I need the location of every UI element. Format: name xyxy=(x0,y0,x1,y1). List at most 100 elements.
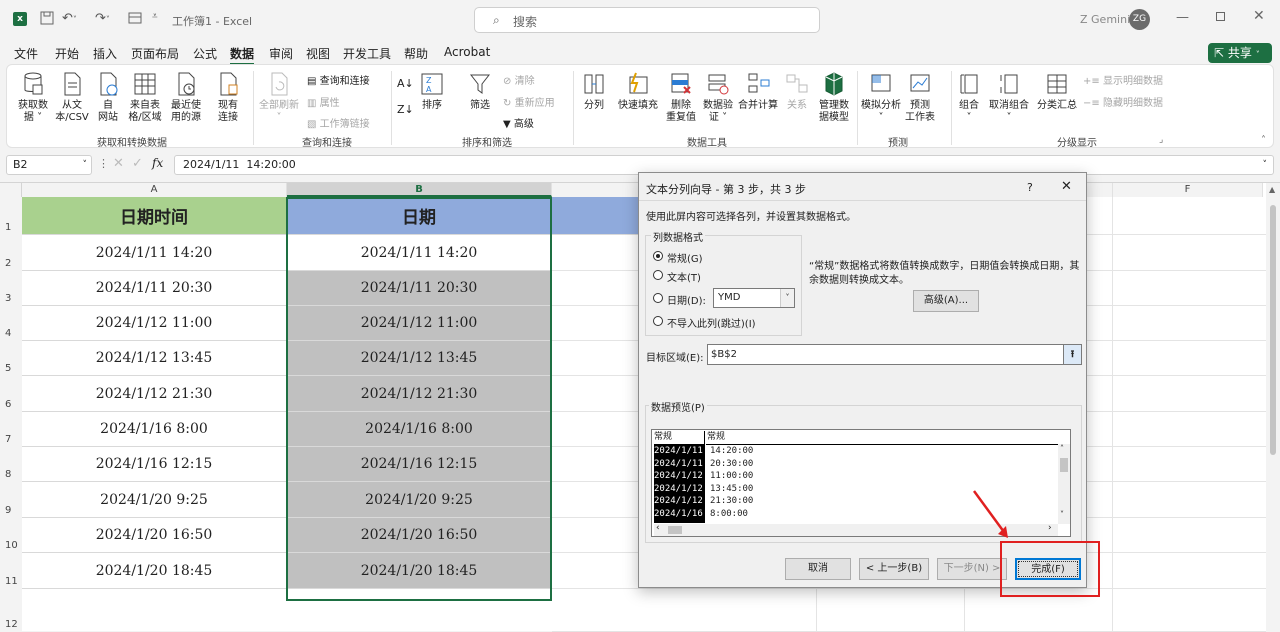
scroll-thumb[interactable] xyxy=(1060,458,1068,472)
undo-icon[interactable]: ↶˅ xyxy=(62,11,77,26)
close-icon[interactable]: ✕ xyxy=(1061,179,1072,194)
cell-a[interactable]: 2024/1/11 20:30 xyxy=(22,271,287,306)
cell-a[interactable]: 2024/1/12 11:00 xyxy=(22,306,287,341)
name-box[interactable]: B2 ˅ xyxy=(6,155,92,175)
remove-duplicates-button[interactable]: 删除 重复值 xyxy=(663,71,699,124)
tab-data[interactable]: 数据 xyxy=(230,45,255,65)
queries-connections-button[interactable]: ▤ 查询和连接 xyxy=(307,72,370,87)
dialog-launcher-icon[interactable]: ⌟ xyxy=(1159,135,1163,145)
existing-connections-button[interactable]: 现有 连接 xyxy=(211,71,245,124)
cell-a[interactable]: 2024/1/16 8:00 xyxy=(22,412,287,447)
close-window-icon[interactable]: ✕ xyxy=(1253,8,1265,24)
cell-b[interactable]: 2024/1/12 21:30 xyxy=(287,376,552,412)
recent-sources-button[interactable]: 最近使 用的源 xyxy=(167,71,205,124)
radio-date[interactable] xyxy=(653,293,663,303)
consolidate-button[interactable]: 合并计算 xyxy=(737,71,779,112)
clear-button[interactable]: ⊘ 清除 xyxy=(503,72,535,87)
cell-b[interactable]: 2024/1/16 12:15 xyxy=(287,447,552,482)
refresh-all-button[interactable]: 全部刷新 ˅ xyxy=(259,71,299,124)
scroll-up-icon[interactable]: ˄ xyxy=(1060,444,1064,453)
save-icon[interactable] xyxy=(40,11,54,29)
vertical-scrollbar[interactable]: ▲ xyxy=(1266,183,1280,632)
avatar[interactable]: ZG xyxy=(1129,9,1150,30)
header-cell-b[interactable]: 日期 xyxy=(287,197,552,235)
minimize-icon[interactable]: — xyxy=(1176,10,1189,25)
reapply-button[interactable]: ↻ 重新应用 xyxy=(503,94,555,109)
confirm-entry-icon[interactable]: ✓ xyxy=(132,156,143,171)
row-header[interactable]: 3 xyxy=(0,271,22,306)
date-format-select[interactable]: YMD ˅ xyxy=(713,288,795,308)
text-to-columns-button[interactable]: 分列 xyxy=(579,71,609,112)
collapse-ribbon-icon[interactable]: ˄ xyxy=(1261,135,1266,146)
collapse-dialog-icon[interactable]: ⭱ xyxy=(1063,345,1081,364)
row-header[interactable]: 2 xyxy=(0,235,22,271)
search-box[interactable]: ⌕ 搜索 xyxy=(474,7,820,33)
cell-b[interactable]: 2024/1/16 8:00 xyxy=(287,412,552,447)
scroll-thumb[interactable] xyxy=(1270,205,1276,455)
radio-general-label[interactable]: 常规(G) xyxy=(667,250,703,265)
tab-review[interactable]: 审阅 xyxy=(269,45,293,62)
next-button[interactable]: 下一步(N) > xyxy=(937,558,1007,580)
insert-function-icon[interactable]: fx xyxy=(152,156,163,170)
tab-developer[interactable]: 开发工具 xyxy=(343,45,391,62)
cell-a[interactable]: 2024/1/11 14:20 xyxy=(22,235,287,271)
row-header[interactable]: 9 xyxy=(0,482,22,518)
preview-col-1[interactable]: 2024/1/11 2024/1/11 2024/1/12 2024/1/12 … xyxy=(654,445,705,523)
tab-home[interactable]: 开始 xyxy=(55,45,79,62)
restore-icon[interactable] xyxy=(1216,12,1225,21)
scroll-right-icon[interactable]: › xyxy=(1048,523,1052,533)
radio-text-label[interactable]: 文本(T) xyxy=(667,269,701,284)
cell-a[interactable]: 2024/1/20 9:25 xyxy=(22,482,287,518)
manage-data-model-button[interactable]: 管理数 据模型 xyxy=(815,71,853,124)
hide-detail-button[interactable]: −≡ 隐藏明细数据 xyxy=(1083,94,1163,109)
sort-ascending-button[interactable]: A↓ xyxy=(397,77,414,90)
row-header[interactable]: 10 xyxy=(0,518,22,553)
customize-qat-icon[interactable]: ⩡ xyxy=(152,11,158,22)
radio-general[interactable] xyxy=(653,251,663,261)
tab-file[interactable]: 文件 xyxy=(14,45,38,62)
cell-b[interactable]: 2024/1/11 14:20 xyxy=(287,235,552,271)
cell-a[interactable]: 2024/1/12 13:45 xyxy=(22,341,287,376)
cell-b[interactable]: 2024/1/12 11:00 xyxy=(287,306,552,341)
sort-descending-button[interactable]: Z↓ xyxy=(397,103,414,116)
subtotal-button[interactable]: 分类汇总 xyxy=(1035,71,1079,112)
cell-a[interactable]: 2024/1/12 21:30 xyxy=(22,376,287,412)
workbook-links-button[interactable]: ▧ 工作簿链接 xyxy=(307,115,370,130)
radio-date-label[interactable]: 日期(D): xyxy=(667,292,706,307)
row-header[interactable]: 11 xyxy=(0,553,22,589)
row-header[interactable]: 7 xyxy=(0,412,22,447)
row-header[interactable]: 4 xyxy=(0,306,22,341)
from-text-csv-button[interactable]: 从文 本/CSV xyxy=(53,71,91,124)
tab-acrobat[interactable]: Acrobat xyxy=(444,45,490,59)
row-header[interactable]: 8 xyxy=(0,447,22,482)
row-header[interactable]: 6 xyxy=(0,376,22,412)
from-table-range-button[interactable]: 来自表 格/区域 xyxy=(125,71,165,124)
forecast-sheet-button[interactable]: 预测 工作表 xyxy=(905,71,935,124)
ungroup-button[interactable]: 取消组合 ˅ xyxy=(987,71,1031,124)
column-header-a[interactable]: A xyxy=(22,183,287,197)
what-if-analysis-button[interactable]: 模拟分析 ˅ xyxy=(859,71,903,124)
tab-page-layout[interactable]: 页面布局 xyxy=(131,45,179,62)
cell-a[interactable]: 2024/1/20 16:50 xyxy=(22,518,287,553)
cancel-entry-icon[interactable]: ✕ xyxy=(113,156,124,171)
row-header[interactable]: 12 xyxy=(0,589,22,632)
radio-skip-label[interactable]: 不导入此列(跳过)(I) xyxy=(667,315,756,330)
preview-vscroll[interactable]: ˄ ˅ xyxy=(1058,444,1070,524)
sort-button[interactable]: ZA 排序 xyxy=(419,71,445,112)
column-header-f[interactable]: F xyxy=(1113,183,1263,197)
scroll-thumb[interactable] xyxy=(668,526,682,534)
data-validation-button[interactable]: 数据验 证 ˅ xyxy=(701,71,735,124)
cell-b[interactable]: 2024/1/12 13:45 xyxy=(287,341,552,376)
column-header-b[interactable]: B xyxy=(287,183,552,197)
tab-view[interactable]: 视图 xyxy=(306,45,330,62)
header-cell-a[interactable]: 日期时间 xyxy=(22,197,287,235)
cell-a[interactable]: 2024/1/20 18:45 xyxy=(22,553,287,589)
select-all-corner[interactable] xyxy=(0,183,22,197)
destination-input[interactable]: $B$2 ⭱ xyxy=(707,344,1082,365)
tab-help[interactable]: 帮助 xyxy=(404,45,428,62)
cell-b[interactable]: 2024/1/11 20:30 xyxy=(287,271,552,306)
relationships-button[interactable]: 关系 xyxy=(783,71,811,112)
advanced-button[interactable]: 高级(A)... xyxy=(913,290,979,312)
advanced-filter-button[interactable]: ▼ 高级 xyxy=(503,115,534,130)
redo-icon[interactable]: ↷˅ xyxy=(95,11,110,26)
